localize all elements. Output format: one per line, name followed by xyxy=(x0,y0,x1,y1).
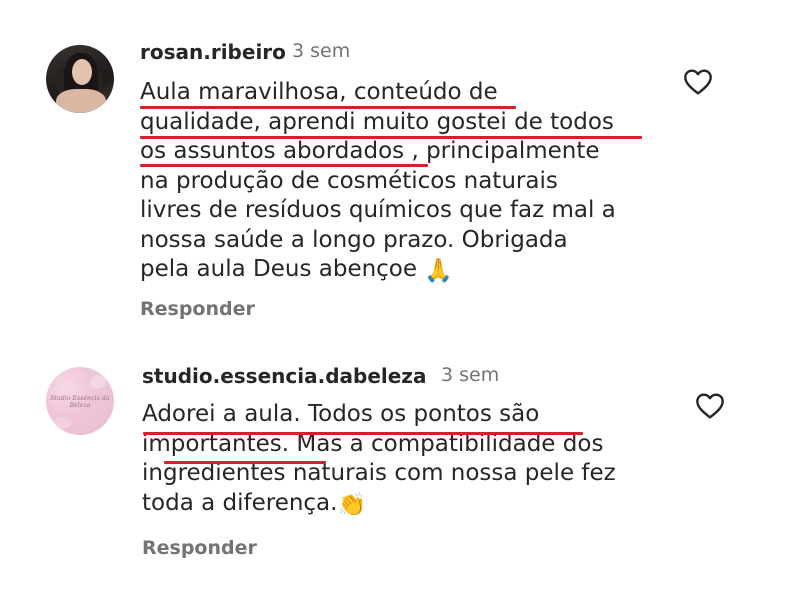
comment-text-line: Aula maravilhosa, conteúdo de xyxy=(140,79,498,105)
comment-timestamp: 3 sem xyxy=(292,40,351,62)
heart-icon[interactable] xyxy=(693,390,727,422)
reply-button[interactable]: Responder xyxy=(140,298,255,320)
avatar[interactable]: Studio Essência da Beleza xyxy=(46,367,114,435)
annotation-underline xyxy=(140,136,642,139)
comment-timestamp: 3 sem xyxy=(441,364,500,386)
annotation-underline xyxy=(164,461,326,464)
comment-username[interactable]: rosan.ribeiro xyxy=(140,40,286,64)
annotation-underline xyxy=(140,164,428,167)
reply-button[interactable]: Responder xyxy=(142,537,257,559)
comment-text-line: os assuntos abordados , principalmente xyxy=(140,138,600,164)
clapping-hands-icon: 👏 xyxy=(337,491,367,518)
comment-text-line: na produção de cosméticos naturais xyxy=(140,167,558,194)
comment-username[interactable]: studio.essencia.dabeleza xyxy=(142,364,426,388)
avatar[interactable] xyxy=(46,45,114,113)
comment-text-last: toda a diferença. xyxy=(142,489,338,516)
comment-text-line: qualidade, aprendi muito gostei de todos xyxy=(140,108,614,135)
annotation-underline xyxy=(140,106,516,109)
comment-text-line: toda a diferença.👏 xyxy=(142,489,366,521)
comment-text-line: livres de resíduos químicos que faz mal … xyxy=(140,197,616,223)
annotation-underline xyxy=(143,432,583,435)
comment-text-line: Adorei a aula. Todos os pontos são xyxy=(142,401,540,427)
folded-hands-icon: 🙏 xyxy=(424,258,453,284)
avatar-logo-text: Studio Essência da Beleza xyxy=(50,395,110,409)
comment-text-line: pela aula Deus abençoe 🙏 xyxy=(140,255,453,287)
heart-icon[interactable] xyxy=(681,66,715,98)
comment-text-last: pela aula Deus abençoe xyxy=(140,256,418,282)
comment-text-line: nossa saúde a longo prazo. Obrigada xyxy=(140,226,568,253)
